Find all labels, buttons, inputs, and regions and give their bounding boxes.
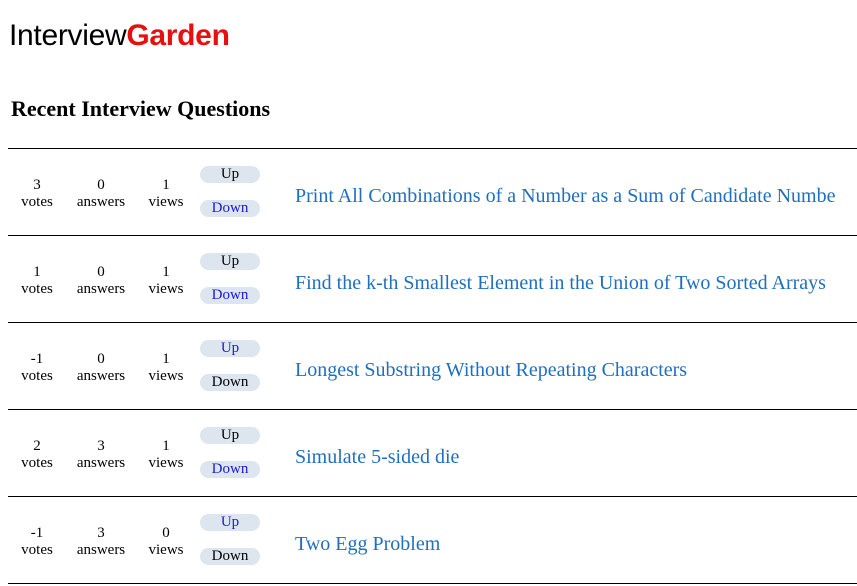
upvote-button[interactable]: Up [200,514,260,531]
view-count: 1 views [131,177,201,211]
question-list: 3 votes 0 answers 1 views Up Down Print … [8,148,857,584]
answer-count-label: answers [76,368,126,384]
vote-count-label: votes [21,194,53,210]
view-count: 1 views [131,351,201,385]
upvote-button[interactable]: Up [200,166,260,183]
question-row: -1 votes 0 answers 1 views Up Down Longe… [8,323,857,410]
question-row: 2 votes 3 answers 1 views Up Down Simula… [8,410,857,497]
question-title-link[interactable]: Find the k-th Smallest Element in the Un… [295,271,826,295]
upvote-button[interactable]: Up [200,253,260,270]
question-title-link[interactable]: Longest Substring Without Repeating Char… [295,358,687,382]
vote-count: 2 votes [2,438,72,472]
question-row: 1 votes 0 answers 1 views Up Down Find t… [8,236,857,323]
view-count-label: views [148,368,184,384]
view-count-label: views [148,542,184,558]
answer-count-value: 0 [97,177,105,193]
logo-text-garden: Garden [126,19,230,52]
question-title-link[interactable]: Print All Combinations of a Number as a … [295,184,836,208]
answer-count-value: 3 [97,525,105,541]
vote-count-label: votes [21,281,53,297]
logo-text-interview: Interview [9,19,127,52]
vote-count-value: -1 [30,351,44,367]
answer-count-label: answers [76,542,126,558]
view-count: 1 views [131,438,201,472]
downvote-button[interactable]: Down [200,548,260,565]
vote-count-value: 1 [33,264,41,280]
page-heading: Recent Interview Questions [11,96,271,121]
view-count-value: 1 [162,177,170,193]
answer-count-label: answers [76,194,126,210]
answer-count: 3 answers [66,438,136,472]
answer-count: 3 answers [66,525,136,559]
vote-count-label: votes [21,542,53,558]
vote-count-value: 2 [33,438,41,454]
vote-count: 1 votes [2,264,72,298]
downvote-button[interactable]: Down [200,287,260,304]
question-row: -1 votes 3 answers 0 views Up Down Two E… [8,497,857,584]
view-count-value: 1 [162,438,170,454]
vote-count-label: votes [21,455,53,471]
view-count-value: 1 [162,351,170,367]
question-row: 3 votes 0 answers 1 views Up Down Print … [8,149,857,236]
answer-count-value: 0 [97,264,105,280]
answer-count: 0 answers [66,177,136,211]
answer-count-value: 3 [97,438,105,454]
view-count: 0 views [131,525,201,559]
answer-count-label: answers [76,455,126,471]
view-count-label: views [148,281,184,297]
answer-count: 0 answers [66,351,136,385]
upvote-button[interactable]: Up [200,427,260,444]
view-count: 1 views [131,264,201,298]
vote-count-value: 3 [33,177,41,193]
vote-count: 3 votes [2,177,72,211]
answer-count-label: answers [76,281,126,297]
view-count-label: views [148,194,184,210]
downvote-button[interactable]: Down [200,374,260,391]
vote-count-label: votes [21,368,53,384]
view-count-value: 0 [162,525,170,541]
view-count-value: 1 [162,264,170,280]
question-title-link[interactable]: Two Egg Problem [295,532,440,556]
answer-count-value: 0 [97,351,105,367]
view-count-label: views [148,455,184,471]
upvote-button[interactable]: Up [200,340,260,357]
vote-count: -1 votes [2,525,72,559]
downvote-button[interactable]: Down [200,200,260,217]
question-title-link[interactable]: Simulate 5-sided die [295,445,459,469]
answer-count: 0 answers [66,264,136,298]
downvote-button[interactable]: Down [200,461,260,478]
vote-count-value: -1 [30,525,44,541]
vote-count: -1 votes [2,351,72,385]
site-logo[interactable]: InterviewGarden [9,17,230,55]
